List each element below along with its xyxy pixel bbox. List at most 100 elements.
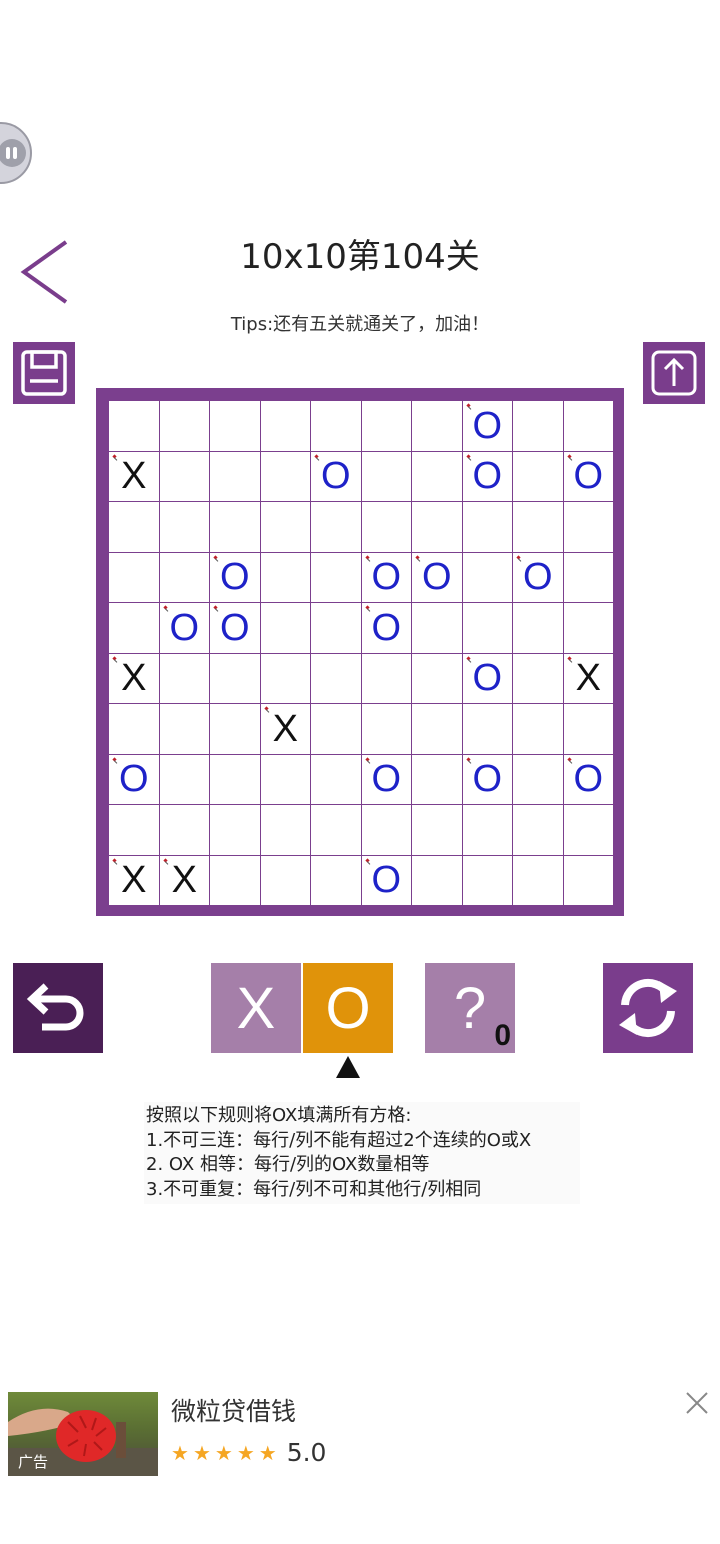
board-cell[interactable]: O bbox=[311, 451, 361, 501]
board-cell[interactable] bbox=[462, 805, 512, 855]
board-cell[interactable]: X bbox=[260, 704, 310, 754]
board-cell[interactable] bbox=[260, 855, 310, 905]
board-cell[interactable] bbox=[513, 502, 563, 552]
board-cell[interactable] bbox=[563, 603, 613, 653]
mode-o-button[interactable]: O bbox=[303, 963, 393, 1053]
floating-assistant-button[interactable] bbox=[0, 122, 32, 184]
board-cell[interactable] bbox=[311, 401, 361, 451]
board-cell[interactable]: O bbox=[361, 855, 411, 905]
board-cell[interactable] bbox=[210, 653, 260, 703]
board-cell[interactable] bbox=[109, 603, 159, 653]
board-cell[interactable]: O bbox=[563, 451, 613, 501]
board-cell[interactable] bbox=[412, 401, 462, 451]
board-cell[interactable]: O bbox=[563, 754, 613, 804]
board-cell[interactable] bbox=[159, 401, 209, 451]
board-cell[interactable] bbox=[412, 502, 462, 552]
save-button[interactable] bbox=[13, 342, 75, 404]
board-cell[interactable] bbox=[210, 754, 260, 804]
board-cell[interactable] bbox=[159, 805, 209, 855]
board-cell[interactable] bbox=[462, 855, 512, 905]
board-cell[interactable] bbox=[210, 401, 260, 451]
board-cell[interactable] bbox=[311, 855, 361, 905]
board-cell[interactable] bbox=[260, 805, 310, 855]
board-cell[interactable] bbox=[513, 704, 563, 754]
board-cell[interactable] bbox=[159, 502, 209, 552]
board-cell[interactable]: X bbox=[109, 855, 159, 905]
board-cell[interactable] bbox=[361, 805, 411, 855]
board-cell[interactable] bbox=[563, 401, 613, 451]
board-cell[interactable] bbox=[462, 704, 512, 754]
board-cell[interactable] bbox=[260, 653, 310, 703]
ad-banner[interactable]: 广告 微粒贷借钱 ★ ★ ★ ★ ★ 5.0 bbox=[0, 1380, 720, 1480]
board-cell[interactable] bbox=[210, 855, 260, 905]
board-cell[interactable] bbox=[563, 704, 613, 754]
board-cell[interactable] bbox=[412, 704, 462, 754]
board-cell[interactable] bbox=[311, 805, 361, 855]
board-cell[interactable] bbox=[513, 754, 563, 804]
board-cell[interactable] bbox=[513, 653, 563, 703]
mode-x-button[interactable]: X bbox=[211, 963, 301, 1053]
board-cell[interactable]: X bbox=[159, 855, 209, 905]
board-cell[interactable] bbox=[513, 451, 563, 501]
board-cell[interactable] bbox=[159, 451, 209, 501]
board-cell[interactable] bbox=[109, 805, 159, 855]
board-cell[interactable] bbox=[462, 502, 512, 552]
board-cell[interactable]: O bbox=[361, 754, 411, 804]
board-cell[interactable] bbox=[260, 401, 310, 451]
board-cell[interactable] bbox=[260, 502, 310, 552]
board-cell[interactable] bbox=[311, 552, 361, 602]
board-cell[interactable]: O bbox=[159, 603, 209, 653]
board-cell[interactable]: O bbox=[412, 552, 462, 602]
board-cell[interactable] bbox=[159, 704, 209, 754]
board-cell[interactable]: O bbox=[210, 603, 260, 653]
board-cell[interactable] bbox=[563, 502, 613, 552]
board-cell[interactable] bbox=[109, 552, 159, 602]
board-cell[interactable] bbox=[462, 552, 512, 602]
board-cell[interactable] bbox=[361, 704, 411, 754]
board-cell[interactable] bbox=[513, 603, 563, 653]
board-cell[interactable] bbox=[412, 653, 462, 703]
undo-button[interactable] bbox=[13, 963, 103, 1053]
board-cell[interactable]: O bbox=[361, 552, 411, 602]
board-cell[interactable] bbox=[311, 502, 361, 552]
board-cell[interactable]: O bbox=[462, 653, 512, 703]
board-cell[interactable] bbox=[361, 401, 411, 451]
board-cell[interactable] bbox=[412, 754, 462, 804]
board-cell[interactable]: X bbox=[109, 653, 159, 703]
board-cell[interactable] bbox=[159, 653, 209, 703]
share-button[interactable] bbox=[643, 342, 705, 404]
board-cell[interactable] bbox=[260, 451, 310, 501]
board-cell[interactable]: O bbox=[462, 451, 512, 501]
board-cell[interactable] bbox=[109, 502, 159, 552]
board-cell[interactable] bbox=[462, 603, 512, 653]
board-cell[interactable]: O bbox=[513, 552, 563, 602]
board-cell[interactable]: O bbox=[462, 401, 512, 451]
board-cell[interactable] bbox=[210, 805, 260, 855]
board-cell[interactable] bbox=[563, 805, 613, 855]
board-cell[interactable] bbox=[109, 704, 159, 754]
board-cell[interactable] bbox=[412, 451, 462, 501]
board-cell[interactable] bbox=[210, 502, 260, 552]
board-cell[interactable] bbox=[513, 855, 563, 905]
board-cell[interactable] bbox=[361, 502, 411, 552]
board-cell[interactable] bbox=[412, 805, 462, 855]
board-cell[interactable] bbox=[311, 603, 361, 653]
board-cell[interactable]: O bbox=[210, 552, 260, 602]
board-cell[interactable] bbox=[311, 653, 361, 703]
board-cell[interactable] bbox=[311, 754, 361, 804]
board-cell[interactable] bbox=[159, 552, 209, 602]
board-cell[interactable]: X bbox=[109, 451, 159, 501]
board-cell[interactable] bbox=[513, 805, 563, 855]
board-cell[interactable] bbox=[159, 754, 209, 804]
board-cell[interactable] bbox=[513, 401, 563, 451]
board-cell[interactable] bbox=[361, 451, 411, 501]
board-cell[interactable]: O bbox=[462, 754, 512, 804]
board-cell[interactable] bbox=[412, 603, 462, 653]
board-cell[interactable] bbox=[210, 451, 260, 501]
board-cell[interactable] bbox=[260, 552, 310, 602]
hint-button[interactable]: ? 0 bbox=[425, 963, 515, 1053]
board-cell[interactable]: X bbox=[563, 653, 613, 703]
ad-close-button[interactable] bbox=[684, 1390, 710, 1416]
board-cell[interactable] bbox=[260, 603, 310, 653]
board-cell[interactable]: O bbox=[361, 603, 411, 653]
